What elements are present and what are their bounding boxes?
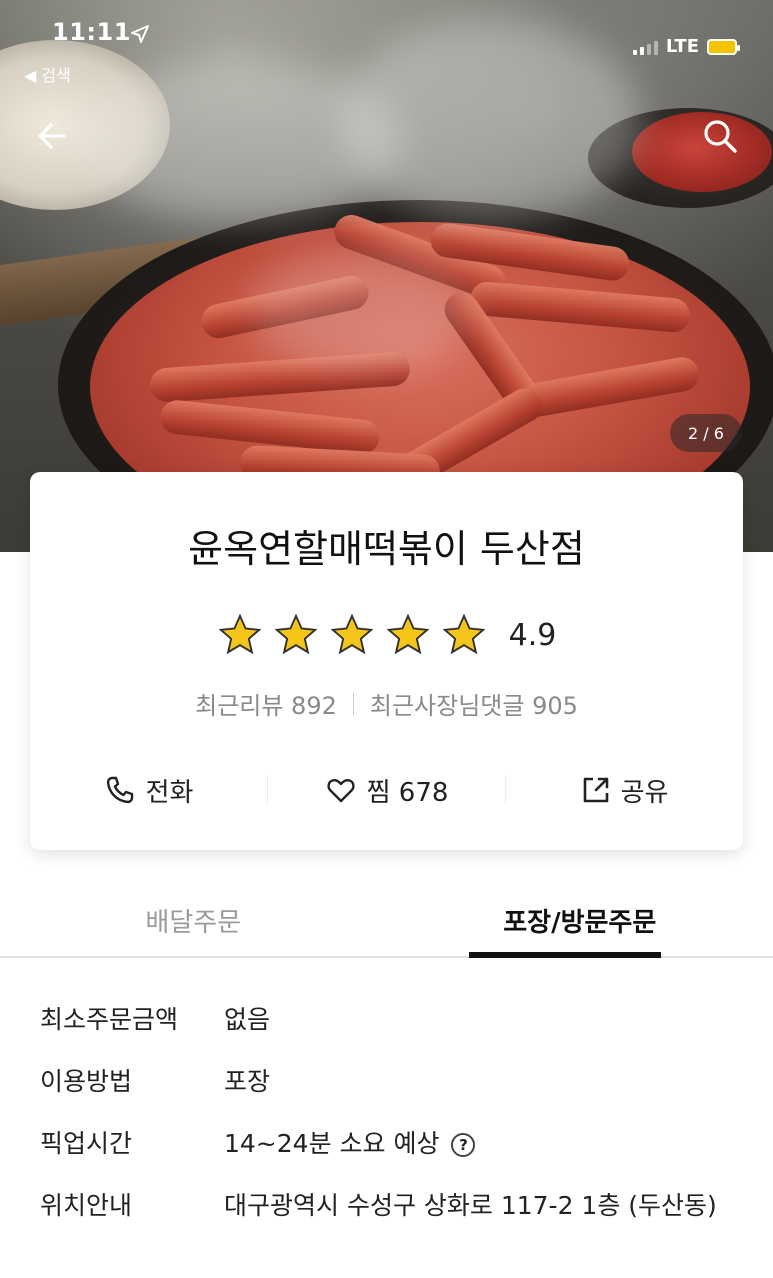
call-label: 전화	[145, 777, 194, 808]
tab-delivery-order[interactable]: 배달주문	[0, 880, 387, 956]
detail-value: 없음	[224, 1005, 271, 1034]
detail-value-wrap: 14~24분 소요 예상 ?	[224, 1124, 740, 1164]
share-icon	[583, 777, 608, 803]
star-icon	[442, 613, 486, 655]
status-indicators: LTE	[632, 36, 740, 57]
battery-charging-icon	[707, 38, 740, 55]
call-button[interactable]: 전화	[30, 772, 267, 809]
detail-value: 대구광역시 수성구 상화로 117-2 1층 (두산동)	[224, 1191, 717, 1220]
detail-label: 최소주문금액	[40, 1005, 179, 1034]
star-icon	[386, 613, 430, 655]
detail-label: 이용방법	[40, 1067, 133, 1096]
star-icon	[330, 613, 374, 655]
back-button[interactable]	[30, 114, 74, 158]
detail-label: 픽업시간	[40, 1129, 133, 1158]
search-icon	[704, 120, 737, 153]
action-row: 전화 찜 678 공유	[30, 768, 743, 812]
review-meta-row: 최근리뷰 892 최근사장님댓글 905	[30, 686, 743, 721]
rating-row: 4.9	[30, 612, 743, 658]
recent-reviews-link[interactable]: 최근리뷰 892	[195, 686, 337, 721]
detail-row-location: 위치안내 대구광역시 수성구 상화로 117-2 1층 (두산동)	[40, 1186, 740, 1226]
detail-value: 14~24분 소요 예상	[224, 1129, 440, 1158]
detail-row-pickup-time: 픽업시간 14~24분 소요 예상 ?	[40, 1124, 740, 1164]
order-type-tabs: 배달주문 포장/방문주문	[0, 880, 773, 958]
detail-row-usage: 이용방법 포장	[40, 1062, 740, 1102]
signal-icon	[632, 39, 658, 55]
search-button[interactable]	[698, 114, 742, 158]
phone-icon	[106, 776, 133, 804]
return-to-app-link[interactable]: ◀ 검색	[24, 62, 71, 86]
hero-image-carousel[interactable]: 2 / 6	[0, 0, 773, 552]
food-photo-steam	[250, 250, 470, 370]
store-info-card: 윤옥연할매떡볶이 두산점 4.9 최근리뷰 892 최근사장님댓글 905 전화…	[30, 472, 743, 850]
detail-label: 위치안내	[40, 1191, 133, 1220]
share-button[interactable]: 공유	[506, 772, 743, 809]
question-circle-icon[interactable]: ?	[451, 1133, 476, 1157]
favorite-button[interactable]: 찜 678	[268, 772, 505, 809]
rating-value: 4.9	[508, 617, 557, 653]
divider	[352, 692, 354, 715]
location-arrow-icon	[131, 25, 149, 43]
tab-pickup-order[interactable]: 포장/방문주문	[387, 880, 773, 958]
status-time: 11:11	[52, 18, 131, 46]
arrow-left-icon	[38, 123, 66, 149]
heart-icon	[327, 779, 355, 803]
owner-replies-link[interactable]: 최근사장님댓글 905	[370, 686, 578, 721]
food-photo-steam	[340, 20, 640, 220]
store-details: 최소주문금액 없음 이용방법 포장 픽업시간 14~24분 소요 예상 ? 위치…	[40, 1000, 740, 1248]
store-name: 윤옥연할매떡볶이 두산점	[188, 527, 585, 571]
detail-value: 포장	[224, 1067, 271, 1096]
detail-row-min-order: 최소주문금액 없음	[40, 1000, 740, 1040]
star-icon	[274, 613, 318, 655]
share-label: 공유	[620, 777, 669, 808]
star-icon	[218, 613, 262, 655]
carousel-page-indicator: 2 / 6	[670, 414, 742, 452]
network-label: LTE	[665, 36, 699, 57]
favorite-label: 찜 678	[366, 777, 449, 808]
